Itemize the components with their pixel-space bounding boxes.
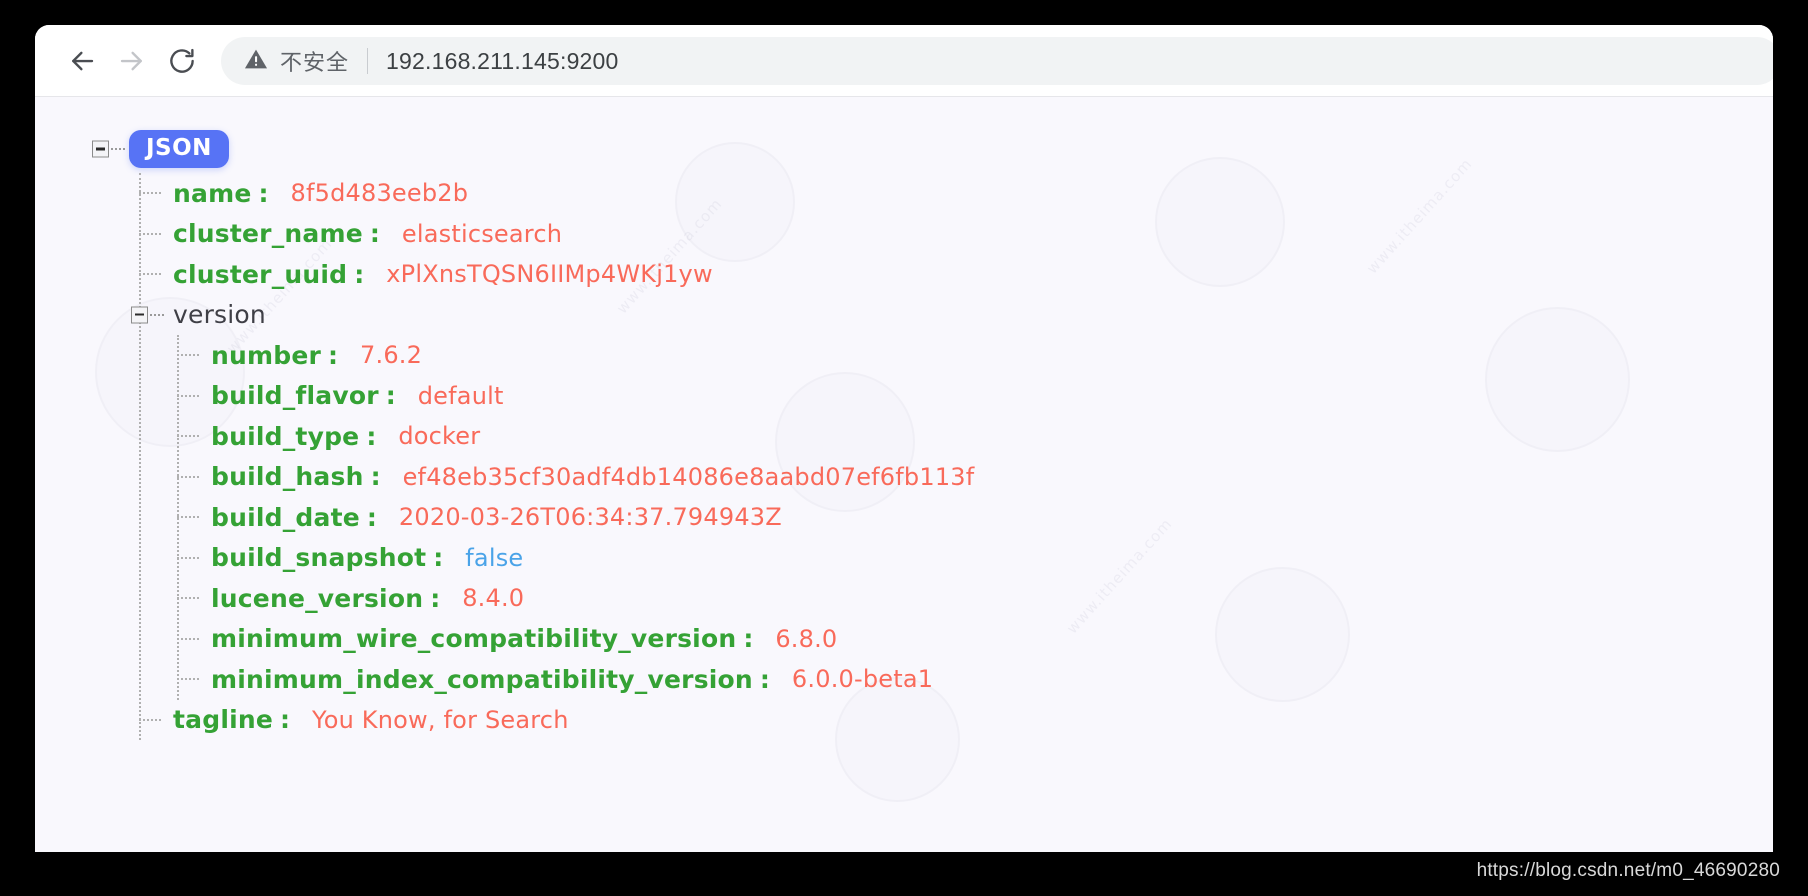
json-value: ef48eb35cf30adf4db14086e8aabd07ef6fb113f: [402, 462, 975, 491]
tree-connector: [139, 232, 161, 235]
json-colon: :: [743, 624, 754, 654]
version-collapse-toggle[interactable]: [131, 306, 148, 324]
json-colon: :: [370, 462, 381, 492]
json-row-build-hash: build_hash : ef48eb35cf30adf4db14086e8aa…: [35, 457, 1773, 498]
json-value: xPlXnsTQSN6IIMp4WKj1yw: [386, 260, 713, 289]
back-button[interactable]: [57, 36, 107, 86]
footer-watermark-url: https://blog.csdn.net/m0_46690280: [1476, 860, 1780, 881]
tree-connector: [177, 637, 199, 640]
json-key: number: [211, 340, 322, 370]
json-colon: :: [328, 340, 339, 370]
json-row-build-snapshot: build_snapshot : false: [35, 538, 1773, 579]
json-colon: :: [280, 705, 291, 735]
url-text[interactable]: 192.168.211.145:9200: [386, 48, 619, 75]
json-row-build-date: build_date : 2020-03-26T06:34:37.794943Z: [35, 497, 1773, 538]
json-key: cluster_uuid: [173, 259, 348, 289]
json-row-build-type: build_type : docker: [35, 416, 1773, 457]
json-key: build_hash: [211, 462, 364, 492]
root-collapse-toggle[interactable]: [92, 140, 109, 158]
json-value: 8.4.0: [462, 584, 525, 613]
json-value: 7.6.2: [360, 341, 423, 370]
json-key: tagline: [173, 705, 274, 735]
json-colon: :: [366, 421, 377, 451]
tree-connector: [177, 556, 199, 559]
json-value: 6.0.0-beta1: [791, 665, 934, 694]
json-colon: :: [385, 381, 396, 411]
json-key: name: [173, 178, 252, 208]
json-colon: :: [258, 178, 269, 208]
json-key: build_flavor: [211, 381, 379, 411]
reload-button[interactable]: [157, 36, 207, 86]
json-row-min-index-compat: minimum_index_compatibility_version : 6.…: [35, 659, 1773, 700]
arrow-left-icon: [67, 46, 97, 76]
version-toggle-stub: [150, 313, 164, 316]
arrow-right-icon: [117, 46, 147, 76]
url-divider: [367, 48, 369, 74]
json-row-lucene-version: lucene_version : 8.4.0: [35, 578, 1773, 619]
json-version-children: number : 7.6.2 build_flavor : default bu…: [35, 335, 1773, 700]
json-row-cluster-uuid: cluster_uuid : xPlXnsTQSN6IIMp4WKj1yw: [35, 254, 1773, 295]
json-value: false: [465, 543, 524, 572]
tree-connector: [177, 354, 199, 357]
json-row-build-flavor: build_flavor : default: [35, 376, 1773, 417]
json-root-children: name : 8f5d483eeb2b cluster_name : elast…: [35, 173, 1773, 740]
tree-connector: [139, 273, 161, 276]
json-row-number: number : 7.6.2: [35, 335, 1773, 376]
json-colon: :: [430, 583, 441, 613]
json-colon: :: [366, 502, 377, 532]
tree-connector: [177, 678, 199, 681]
json-key: minimum_wire_compatibility_version: [211, 624, 737, 654]
tree-connector: [177, 394, 199, 397]
json-root-badge[interactable]: JSON: [129, 129, 229, 169]
json-key: build_snapshot: [211, 543, 427, 573]
security-status[interactable]: 不安全: [243, 45, 349, 77]
tree-connector: [139, 718, 161, 721]
json-row-name: name : 8f5d483eeb2b: [35, 173, 1773, 214]
root-toggle-stub: [111, 148, 125, 150]
json-row-tagline: tagline : You Know, for Search: [35, 700, 1773, 741]
json-node-version: version number : 7.6.2 build_flavor: de…: [35, 295, 1773, 700]
json-value: docker: [398, 422, 481, 451]
json-key: cluster_name: [173, 219, 363, 249]
json-value: You Know, for Search: [312, 705, 569, 734]
tree-connector: [177, 435, 199, 438]
json-row-version: version: [35, 295, 1773, 336]
json-key: lucene_version: [211, 583, 424, 613]
tree-connector: [139, 192, 161, 195]
json-object-name: version: [173, 300, 266, 330]
address-bar[interactable]: 不安全 192.168.211.145:9200: [221, 37, 1773, 85]
security-label: 不安全: [280, 51, 350, 76]
tree-connector: [177, 516, 199, 519]
tree-connector: [177, 597, 199, 600]
json-colon: :: [759, 664, 770, 694]
forward-button[interactable]: [107, 36, 157, 86]
warning-triangle-icon: [243, 46, 269, 77]
browser-toolbar: 不安全 192.168.211.145:9200: [35, 25, 1773, 97]
json-value: 6.8.0: [775, 624, 838, 653]
json-key: build_date: [211, 502, 360, 532]
json-value: default: [417, 381, 504, 410]
json-viewer-content: www.itheima.com www.itheima.com www.ithe…: [35, 97, 1773, 852]
tree-connector: [177, 475, 199, 478]
json-colon: :: [433, 543, 444, 573]
browser-window: 不安全 192.168.211.145:9200 www.itheima.com…: [35, 25, 1773, 852]
json-key: build_type: [211, 421, 360, 451]
json-root-node: JSON name : 8f5d483eeb2b cluster_name: …: [35, 125, 1773, 740]
json-value: 8f5d483eeb2b: [290, 179, 469, 208]
reload-icon: [167, 46, 197, 76]
json-colon: :: [354, 259, 365, 289]
json-row-cluster-name: cluster_name : elasticsearch: [35, 214, 1773, 255]
json-colon: :: [369, 219, 380, 249]
json-tree: JSON name : 8f5d483eeb2b cluster_name: …: [35, 125, 1773, 740]
json-key: minimum_index_compatibility_version: [211, 664, 753, 694]
json-value: elasticsearch: [401, 219, 563, 248]
json-root-row: JSON: [35, 125, 1773, 173]
json-row-min-wire-compat: minimum_wire_compatibility_version : 6.8…: [35, 619, 1773, 660]
json-value: 2020-03-26T06:34:37.794943Z: [398, 503, 782, 532]
